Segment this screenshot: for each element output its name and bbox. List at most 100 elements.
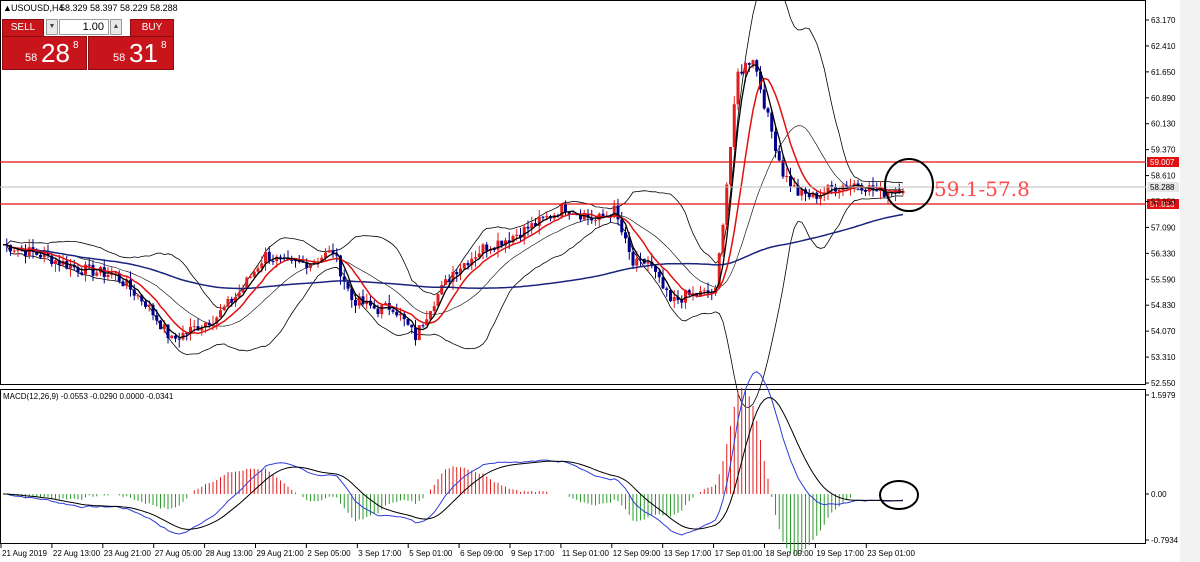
candle-body [751, 60, 755, 65]
candle-body [376, 308, 380, 314]
price-axis-label: 59.370 [1151, 146, 1176, 155]
candle-body [346, 281, 350, 289]
price-axis-label: 63.170 [1151, 16, 1176, 25]
price-axis-label: 54.070 [1151, 327, 1176, 336]
candle-body [95, 272, 99, 276]
price-chart[interactable]: 59.00757.81358.288 63.17062.41061.65060.… [0, 0, 1200, 562]
price-axis-label: 52.550 [1151, 379, 1176, 388]
candle-body [162, 324, 166, 330]
candle-body [144, 301, 147, 307]
lot-increase-button[interactable]: ▲ [110, 19, 122, 35]
candle-body [781, 160, 785, 177]
time-axis-label: 17 Sep 01:00 [715, 549, 763, 558]
price-axis-label: 57.850 [1151, 198, 1176, 207]
signal-line [3, 397, 904, 530]
candle-body [391, 309, 395, 312]
price-axis-label: 57.090 [1151, 223, 1176, 232]
time-axis-label: 3 Sep 17:00 [358, 549, 402, 558]
price-axis-label: 53.310 [1151, 353, 1176, 362]
candle-body [841, 185, 845, 190]
macd-label: MACD(12,26,9) -0.0553 -0.0290 0.0000 -0.… [3, 392, 174, 401]
candle-body [245, 277, 249, 288]
candle-body [455, 271, 459, 275]
candle-body [620, 219, 624, 233]
candle-body [136, 295, 140, 297]
candle-body [222, 306, 226, 311]
time-axis-label: 29 Aug 21:00 [257, 549, 305, 558]
candle-body [12, 250, 16, 252]
time-axis-label: 23 Aug 21:00 [104, 549, 152, 558]
candle-body [631, 252, 635, 266]
macd-axis-label: 1.5979 [1151, 391, 1176, 400]
time-axis-label: 12 Sep 09:00 [613, 549, 661, 558]
price-axis-label: 60.890 [1151, 94, 1176, 103]
candle-body [635, 258, 639, 266]
candle-body [875, 190, 879, 192]
candle-body [736, 71, 740, 105]
one-click-trading-panel: SELL ▼ ▲ BUY 58 28 8 58 31 8 [2, 19, 174, 70]
candle-body [406, 319, 410, 325]
time-axis-label: 18 Sep 09:00 [766, 549, 814, 558]
candle-body [515, 234, 519, 237]
sell-price-box[interactable]: 58 28 8 [2, 36, 87, 70]
candle-body [354, 299, 357, 306]
sell-price-pip: 8 [73, 40, 79, 51]
time-axis: 21 Aug 2019 22 Aug 13:00 23 Aug 21:00 27 Au… [0, 544, 915, 558]
price-axis-label: 56.330 [1151, 249, 1176, 258]
candle-body [192, 326, 196, 328]
time-axis-label: 6 Sep 09:00 [460, 549, 504, 558]
candle-body [159, 320, 162, 330]
candle-body [766, 108, 770, 113]
candle-body [80, 272, 84, 275]
time-axis-label: 2 Sep 05:00 [307, 549, 351, 558]
candle-body [774, 131, 777, 152]
candle-body [327, 250, 331, 253]
buy-price-box[interactable]: 58 31 8 [88, 36, 174, 70]
candle-body [132, 289, 136, 296]
buy-price-prefix: 58 [113, 52, 126, 64]
candle-body [624, 232, 627, 239]
candle-body [414, 327, 417, 341]
candle-body [669, 289, 672, 302]
time-axis-label: 9 Sep 17:00 [511, 549, 555, 558]
candle-body [729, 146, 732, 185]
buy-price-main: 31 [129, 38, 158, 68]
macd-axis-label: 0.00 [1151, 490, 1167, 499]
candle-body [170, 335, 174, 339]
candle-body [440, 285, 444, 295]
candle-body [421, 325, 425, 327]
candle-body [594, 220, 597, 222]
candle-body [279, 256, 282, 258]
price-axis-label: 62.410 [1151, 42, 1176, 51]
candle-body [54, 260, 57, 264]
candle-body [395, 311, 399, 316]
lot-size-input[interactable] [59, 19, 109, 35]
right-scroll-gutter [1180, 0, 1200, 562]
candle-body [65, 260, 69, 269]
candle-body [417, 325, 421, 341]
candle-body [256, 268, 260, 272]
candle-body [526, 226, 530, 229]
candle-body [657, 271, 661, 278]
candle-body [39, 254, 42, 258]
range-annotation-text: 59.1-57.8 [934, 177, 1030, 201]
time-axis-label: 28 Aug 13:00 [206, 549, 254, 558]
candle-body [249, 276, 252, 278]
candle-body [864, 190, 867, 192]
candle-body [732, 104, 736, 147]
candle-body [740, 71, 744, 74]
candle-body [481, 244, 485, 254]
candle-body [522, 226, 526, 238]
time-axis-label: 5 Sep 01:00 [409, 549, 453, 558]
sell-price-main: 28 [41, 38, 70, 68]
candle-body [87, 264, 91, 266]
time-axis-label: 13 Sep 17:00 [664, 549, 712, 558]
candle-body [226, 298, 230, 307]
candle-body [747, 63, 751, 65]
lot-decrease-button[interactable]: ▼ [46, 19, 58, 35]
price-axis-label: 55.590 [1151, 275, 1176, 284]
time-axis-label: 19 Sep 17:00 [816, 549, 864, 558]
sell-button[interactable]: SELL [2, 19, 44, 37]
candle-body [447, 279, 451, 282]
buy-button[interactable]: BUY [130, 19, 174, 37]
